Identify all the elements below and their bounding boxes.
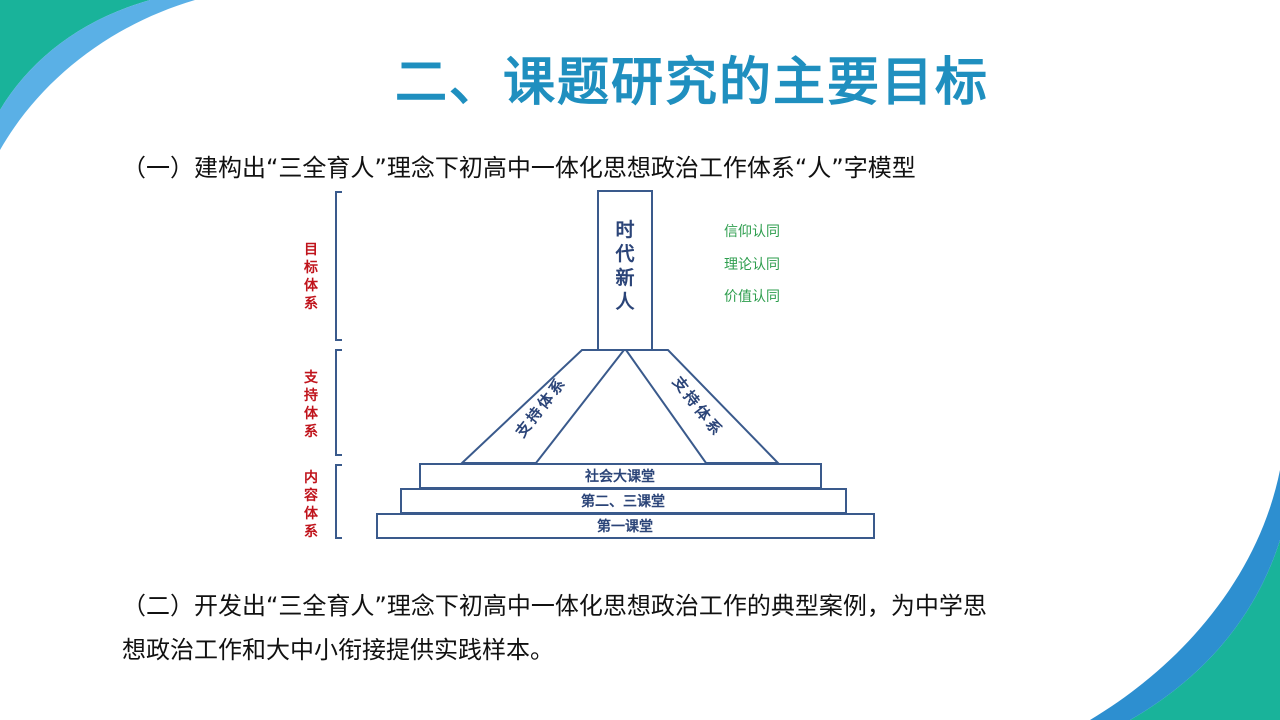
content-system-char: 系 xyxy=(304,523,318,540)
goal-system-char: 目 xyxy=(304,242,318,258)
pillar-char: 新 xyxy=(615,266,634,289)
support-system-char: 持 xyxy=(304,387,318,404)
goal-system-char: 系 xyxy=(304,295,318,312)
pillar-char: 代 xyxy=(614,243,634,265)
identity-theory: 理论认同 xyxy=(724,257,780,273)
identity-value: 价值认同 xyxy=(724,289,780,305)
section-2-line-1: （二）开发出“三全育人”理念下初高中一体化思想政治工作的典型案例，为中学思 xyxy=(122,592,987,620)
support-system-bracket xyxy=(335,349,342,456)
slide: 二、课题研究的主要目标 （一）建构出“三全育人”理念下初高中一体化思想政治工作体… xyxy=(0,0,1280,720)
support-system-char: 体 xyxy=(304,405,319,422)
support-system-char: 系 xyxy=(304,423,318,440)
pillar-char: 时 xyxy=(615,219,634,241)
content-system-char: 体 xyxy=(304,505,319,522)
goal-system-char: 体 xyxy=(304,277,319,294)
section-2-line-2: 想政治工作和大中小衔接提供实践样本。 xyxy=(122,636,554,664)
section-2-paragraph: （二）开发出“三全育人”理念下初高中一体化思想政治工作的典型案例，为中学思 想政… xyxy=(122,584,1152,672)
pillar-char: 人 xyxy=(615,291,635,313)
support-system-char: 支 xyxy=(303,369,319,386)
content-system-char: 内 xyxy=(304,469,318,486)
tier-second-third-label: 第二、三课堂 xyxy=(581,493,665,510)
goal-system-bracket xyxy=(335,191,342,341)
tier-first-label: 第一课堂 xyxy=(597,518,653,535)
content-system-char: 容 xyxy=(303,487,318,504)
goal-system-char: 标 xyxy=(303,259,318,276)
content-system-bracket xyxy=(335,464,342,539)
tier-social-label: 社会大课堂 xyxy=(584,468,655,485)
identity-faith: 信仰认同 xyxy=(724,224,780,240)
